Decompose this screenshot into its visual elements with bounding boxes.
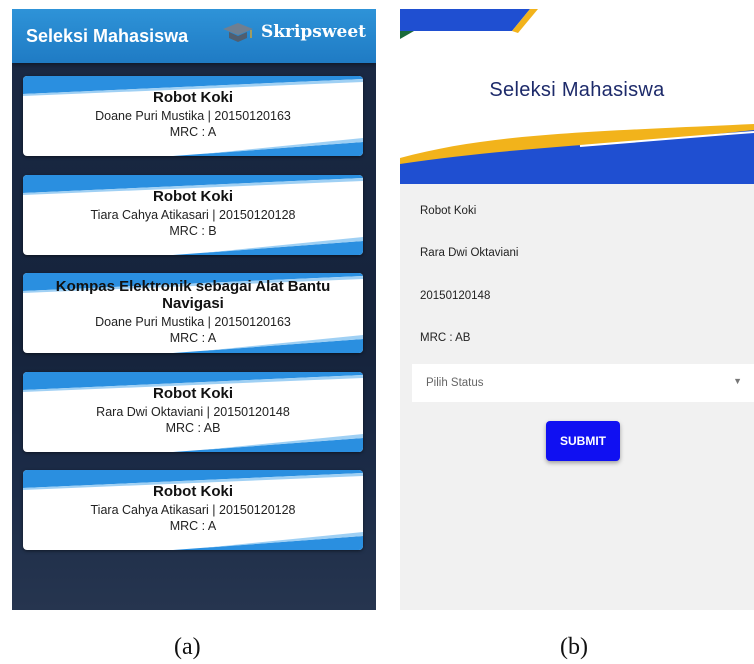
header-banner: Seleksi Mahasiswa xyxy=(400,9,754,184)
student-id-text: 20150120148 xyxy=(420,290,491,302)
list-item[interactable]: Robot Koki Doane Puri Mustika | 20150120… xyxy=(23,76,363,156)
mrc-text: MRC : AB xyxy=(420,332,471,344)
card-student: Rara Dwi Oktaviani | 20150120148 xyxy=(96,405,290,419)
graduation-cap-icon xyxy=(222,23,253,42)
card-mrc: MRC : A xyxy=(169,331,217,345)
card-title: Robot Koki xyxy=(153,188,233,205)
app-title: Seleksi Mahasiswa xyxy=(26,26,189,46)
list-item[interactable]: Robot Koki Rara Dwi Oktaviani | 20150120… xyxy=(23,372,363,452)
topic-text: Robot Koki xyxy=(420,205,477,217)
status-select[interactable]: Pilih Status ▼ xyxy=(412,364,754,402)
card-title: Robot Koki xyxy=(153,483,233,500)
app-screen-detail: Seleksi Mahasiswa Robot Koki Rara Dwi Ok… xyxy=(400,9,754,610)
card-student: Tiara Cahya Atikasari | 20150120128 xyxy=(90,208,296,222)
card-title: Kompas Elektronik sebagai Alat Bantu Nav… xyxy=(55,278,331,312)
app-bar: Seleksi Mahasiswa Skripsweet xyxy=(12,9,376,63)
submit-button[interactable]: SUBMIT xyxy=(546,421,620,461)
card-mrc: MRC : A xyxy=(169,519,217,533)
dropdown-arrow-icon: ▼ xyxy=(733,376,742,386)
list-item[interactable]: Robot Koki Tiara Cahya Atikasari | 20150… xyxy=(23,470,363,550)
list-item[interactable]: Kompas Elektronik sebagai Alat Bantu Nav… xyxy=(23,273,363,353)
list-item[interactable]: Robot Koki Tiara Cahya Atikasari | 20150… xyxy=(23,175,363,255)
status-select-placeholder: Pilih Status xyxy=(426,377,484,389)
card-title: Robot Koki xyxy=(153,385,233,402)
header-bottom-wave xyxy=(400,124,754,184)
app-screen-list: Seleksi Mahasiswa Skripsweet Robot Koki … xyxy=(12,9,376,610)
card-student: Doane Puri Mustika | 20150120163 xyxy=(95,109,291,123)
caption-a: (a) xyxy=(174,634,201,660)
card-mrc: MRC : A xyxy=(169,125,217,139)
card-student: Doane Puri Mustika | 20150120163 xyxy=(95,315,291,329)
student-name-text: Rara Dwi Oktaviani xyxy=(420,247,519,259)
brand: Skripsweet xyxy=(221,21,366,43)
caption-b: (b) xyxy=(560,634,588,660)
brand-name: Skripsweet xyxy=(260,22,366,42)
page-title: Seleksi Mahasiswa xyxy=(489,79,665,101)
card-mrc: MRC : AB xyxy=(165,421,221,435)
header-top-swoosh xyxy=(400,9,538,39)
card-title: Robot Koki xyxy=(153,89,233,106)
card-mrc: MRC : B xyxy=(169,224,217,238)
card-student: Tiara Cahya Atikasari | 20150120128 xyxy=(90,503,296,517)
